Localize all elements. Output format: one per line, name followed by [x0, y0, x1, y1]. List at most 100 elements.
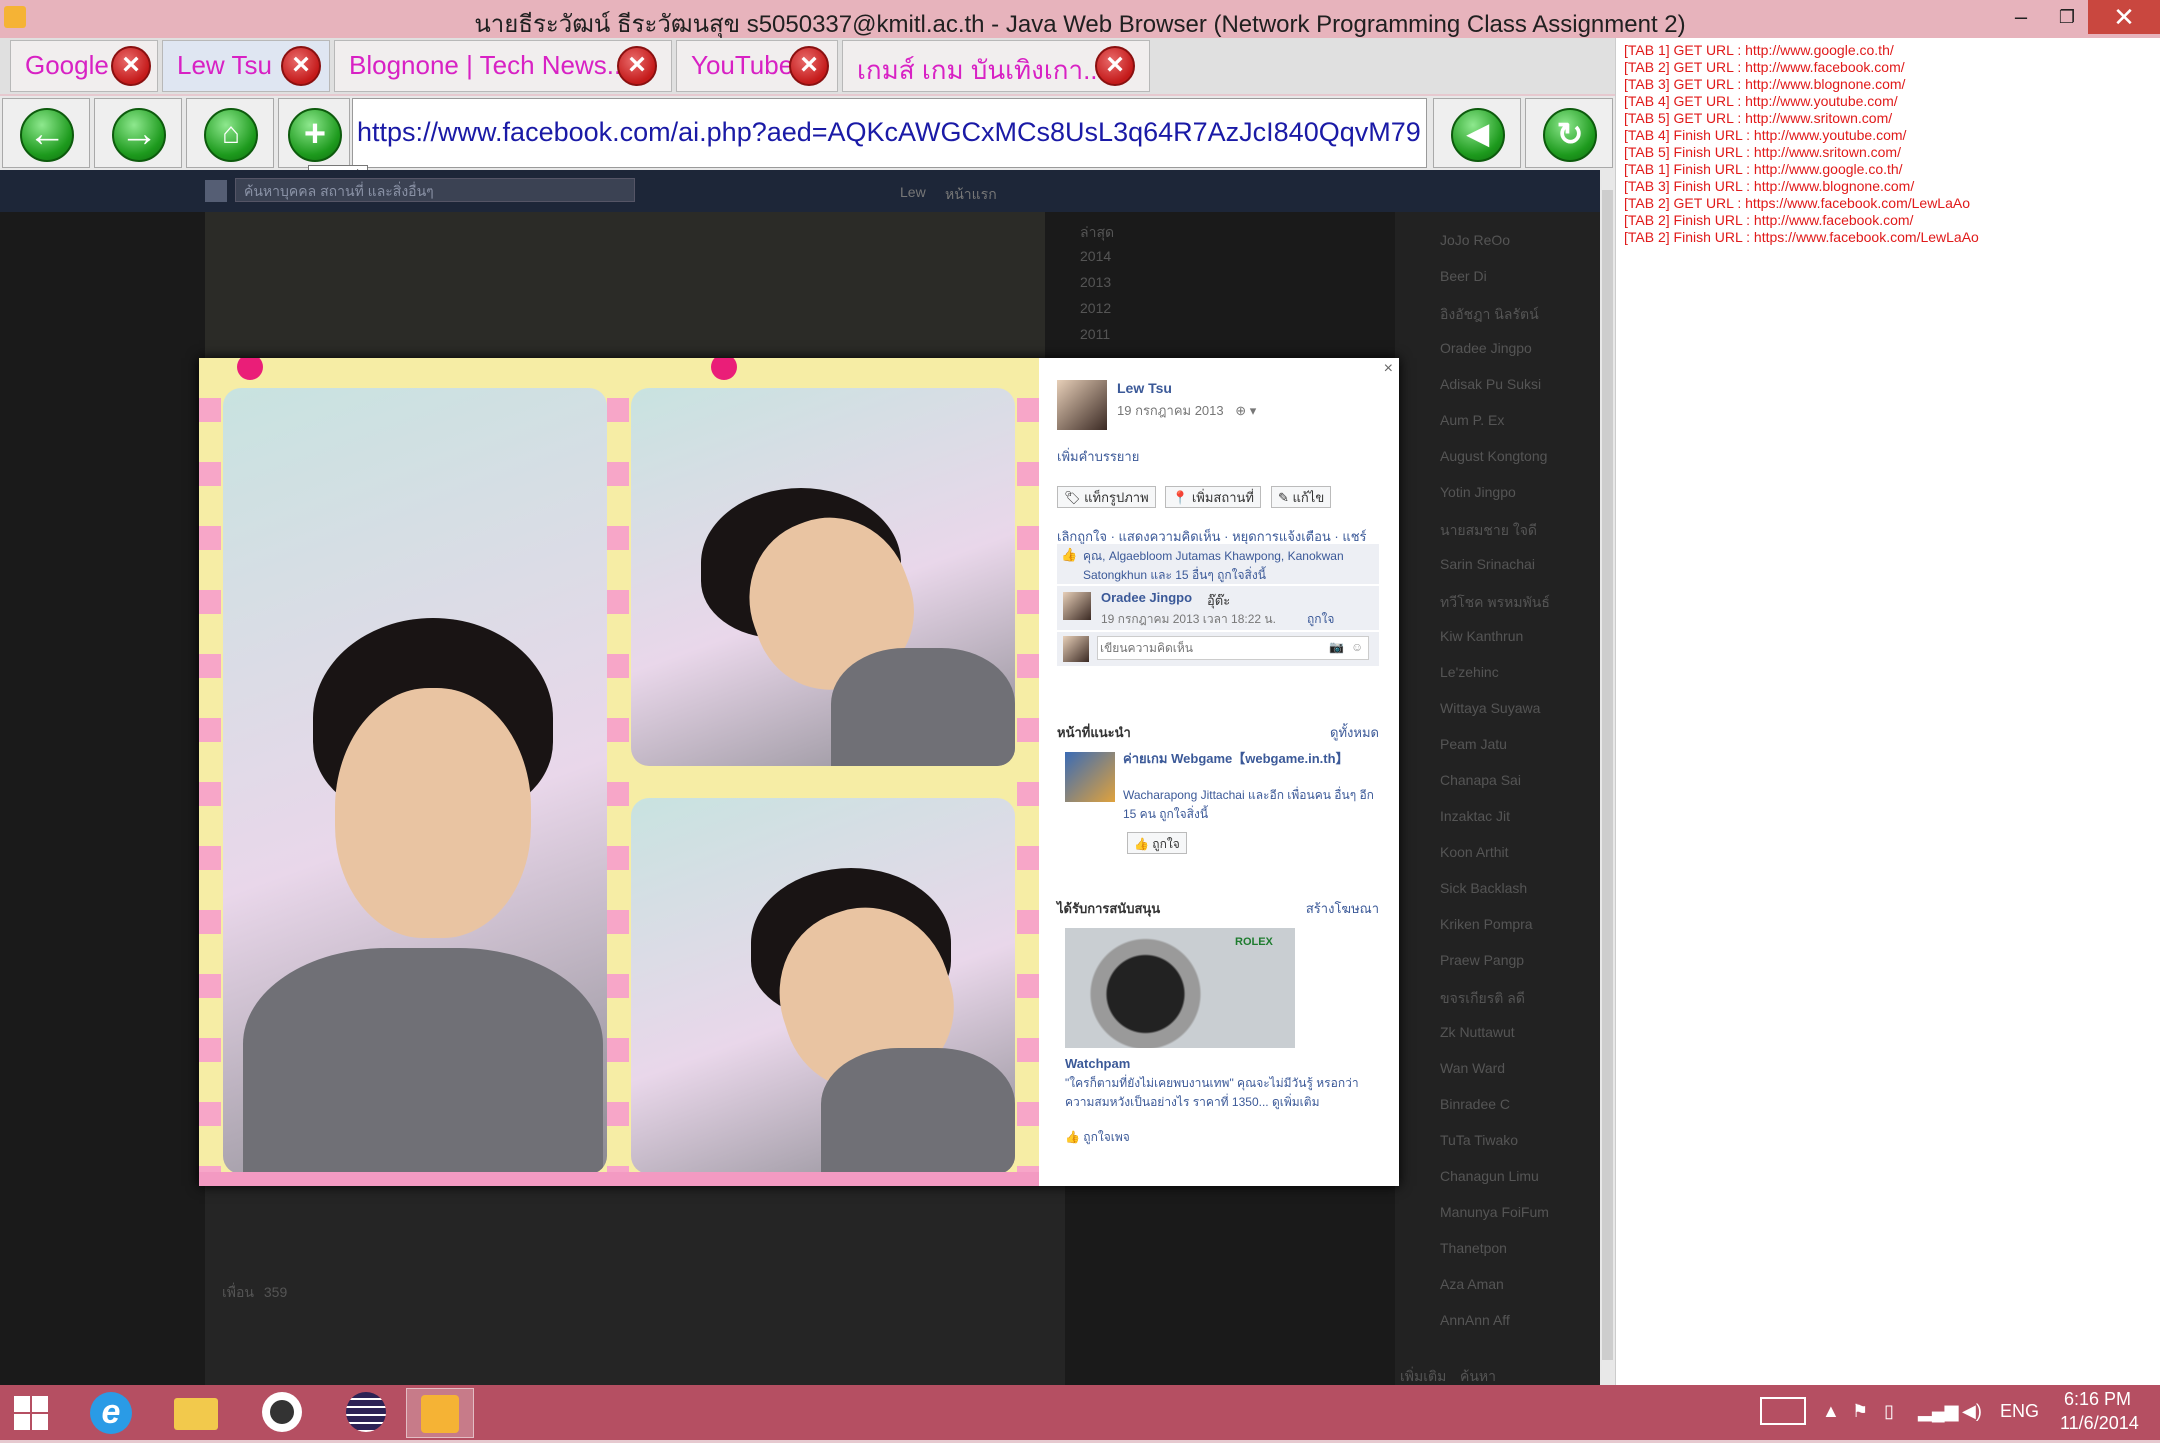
chat-contact[interactable]: Inzaktac Jit	[1440, 808, 1510, 824]
ad-like-link[interactable]: 👍 ถูกใจเพจ	[1065, 1128, 1130, 1147]
chat-contact[interactable]: อิงอัชฎา นิลรัตน์	[1440, 304, 1539, 326]
chat-contact[interactable]: ขจรเกียรติ ลดี	[1440, 988, 1525, 1010]
page-scrollbar[interactable]	[1600, 170, 1615, 1385]
chat-contact[interactable]: Thanetpon	[1440, 1240, 1507, 1256]
ad-image-watch[interactable]: ROLEX	[1065, 928, 1295, 1048]
emoji-icon[interactable]: ☺	[1351, 640, 1363, 654]
close-tab-icon[interactable]: ×	[789, 46, 829, 86]
add-caption-link[interactable]: เพิ่มคำบรรยาย	[1057, 446, 1139, 467]
tab-youtube[interactable]: YouTube ×	[676, 40, 838, 92]
chat-contact[interactable]: Oradee Jingpo	[1440, 340, 1532, 356]
author-name[interactable]: Lew Tsu	[1117, 380, 1172, 396]
chat-contact[interactable]: Chanagun Limu	[1440, 1168, 1539, 1184]
chat-contact[interactable]: Manunya FoiFum	[1440, 1204, 1549, 1220]
timeline-year[interactable]: ล่าสุด	[1080, 222, 1114, 244]
ad-name[interactable]: Watchpam	[1065, 1056, 1130, 1071]
comment-like-link[interactable]: ถูกใจ	[1307, 610, 1334, 629]
clock-date[interactable]: 11/6/2014	[2060, 1413, 2139, 1434]
chat-contact[interactable]: ทวีโชค พรหมพันธ์	[1440, 592, 1550, 614]
chat-more-link[interactable]: เพิ่มเติม	[1400, 1366, 1446, 1385]
start-button[interactable]	[6, 1388, 74, 1438]
tab-lew-tsu[interactable]: Lew Tsu ×	[162, 40, 330, 92]
file-explorer-icon[interactable]	[164, 1388, 232, 1438]
close-icon[interactable]: ×	[1384, 360, 1393, 378]
chat-contact[interactable]: Praew Pangp	[1440, 952, 1524, 968]
chat-contact[interactable]: Beer Di	[1440, 268, 1487, 284]
chat-search[interactable]: ค้นหา	[1460, 1366, 1496, 1385]
camera-icon[interactable]: 📷	[1329, 640, 1344, 654]
create-ad-link[interactable]: สร้างโฆษณา	[1306, 898, 1379, 919]
address-bar[interactable]	[352, 98, 1427, 168]
volume-icon[interactable]: ◀)	[1962, 1401, 1982, 1422]
home-button[interactable]: ⌂	[186, 98, 274, 168]
forward-button[interactable]: →	[94, 98, 182, 168]
likes-text[interactable]: คุณ, Algaebloom Jutamas Khawpong, Kanokw…	[1083, 547, 1373, 585]
flag-icon[interactable]: ⚑	[1852, 1401, 1868, 1422]
java-browser-taskbar-icon[interactable]	[406, 1388, 474, 1438]
suggested-page-thumbnail[interactable]	[1065, 752, 1115, 802]
chat-contact[interactable]: Peam Jatu	[1440, 736, 1507, 752]
internet-explorer-icon[interactable]: e	[80, 1388, 148, 1438]
see-all-link[interactable]: ดูทั้งหมด	[1330, 722, 1379, 743]
go-button[interactable]: ◀	[1433, 98, 1521, 168]
show-hidden-icons[interactable]: ▲	[1822, 1401, 1840, 1422]
keyboard-icon[interactable]	[1760, 1397, 1806, 1425]
back-button[interactable]: ←	[2, 98, 90, 168]
language-indicator[interactable]: ENG	[2000, 1401, 2039, 1422]
suggested-page-name[interactable]: ค่ายเกม Webgame【webgame.in.th】	[1123, 748, 1363, 769]
facebook-search-input[interactable]: ค้นหาบุคคล สถานที่ และสิ่งอื่นๆ	[235, 178, 635, 202]
tab-google[interactable]: Google ×	[10, 40, 158, 92]
top-home-link[interactable]: หน้าแรก	[945, 184, 997, 206]
chat-contact[interactable]: JoJo ReOo	[1440, 232, 1510, 248]
privacy-globe-icon[interactable]: ⊕ ▾	[1235, 403, 1256, 418]
chat-contact[interactable]: Zk Nuttawut	[1440, 1024, 1515, 1040]
commenter-name[interactable]: Oradee Jingpo	[1101, 590, 1192, 605]
tab-blognone[interactable]: Blognone | Tech News... ×	[334, 40, 672, 92]
close-tab-icon[interactable]: ×	[111, 46, 151, 86]
refresh-button[interactable]: ↻	[1525, 98, 1613, 168]
battery-icon[interactable]: ▯	[1884, 1401, 1894, 1422]
like-page-button[interactable]: 👍 ถูกใจ	[1127, 832, 1187, 854]
ad-text[interactable]: "ใครก็ตามที่ยังไม่เคยพบงานเทพ" คุณจะไม่ม…	[1065, 1074, 1365, 1112]
chat-contact[interactable]: Sarin Srinachai	[1440, 556, 1535, 572]
new-tab-button[interactable]: +	[278, 98, 350, 168]
signal-icon[interactable]: ▂▄▆	[1918, 1401, 1958, 1422]
edit-button[interactable]: ✎ แก้ไข	[1271, 486, 1332, 508]
scrollbar-thumb[interactable]	[1602, 190, 1613, 1360]
photo-collage[interactable]	[199, 358, 1039, 1186]
eclipse-icon[interactable]	[332, 1388, 400, 1438]
chat-contact[interactable]: Aza Aman	[1440, 1276, 1504, 1292]
clock-time[interactable]: 6:16 PM	[2064, 1389, 2131, 1410]
url-input[interactable]	[353, 99, 1423, 165]
commenter-avatar[interactable]	[1063, 592, 1091, 620]
close-window-button[interactable]: ✕	[2088, 0, 2160, 34]
chat-contact[interactable]: Binradee C	[1440, 1096, 1510, 1112]
add-location-button[interactable]: 📍 เพิ่มสถานที่	[1165, 486, 1261, 508]
timeline-year[interactable]: 2014	[1080, 248, 1111, 264]
tag-photo-button[interactable]: 🏷 แท็กรูปภาพ	[1057, 486, 1156, 508]
timeline-year[interactable]: 2011	[1080, 326, 1110, 342]
chat-contact[interactable]: นายสมชาย ใจดี	[1440, 520, 1537, 542]
chat-contact[interactable]: AnnAnn Aff	[1440, 1312, 1510, 1328]
chat-contact[interactable]: Adisak Pu Suksi	[1440, 376, 1541, 392]
timeline-year[interactable]: 2013	[1080, 274, 1111, 290]
chat-contact[interactable]: Koon Arthit	[1440, 844, 1509, 860]
chat-contact[interactable]: Kriken Pompra	[1440, 916, 1533, 932]
chat-contact[interactable]: Le'zehinc	[1440, 664, 1499, 680]
timeline-year[interactable]: 2012	[1080, 300, 1111, 316]
close-tab-icon[interactable]: ×	[617, 46, 657, 86]
chat-contact[interactable]: Wan Ward	[1440, 1060, 1505, 1076]
author-avatar[interactable]	[1057, 380, 1107, 430]
chat-contact[interactable]: TuTa Tiwako	[1440, 1132, 1518, 1148]
close-tab-icon[interactable]: ×	[1095, 46, 1135, 86]
chat-contact[interactable]: Aum P. Ex	[1440, 412, 1504, 428]
chat-contact[interactable]: Sick Backlash	[1440, 880, 1527, 896]
top-profile-name[interactable]: Lew	[900, 184, 926, 200]
maximize-button[interactable]: ❐	[2040, 0, 2094, 34]
close-tab-icon[interactable]: ×	[281, 46, 321, 86]
tab-games[interactable]: เกมส์ เกม บันเทิงเกา... ×	[842, 40, 1150, 92]
chat-contact[interactable]: Kiw Kanthrun	[1440, 628, 1523, 644]
chat-contact[interactable]: Yotin Jingpo	[1440, 484, 1516, 500]
github-icon[interactable]	[248, 1388, 316, 1438]
chat-contact[interactable]: August Kongtong	[1440, 448, 1547, 464]
